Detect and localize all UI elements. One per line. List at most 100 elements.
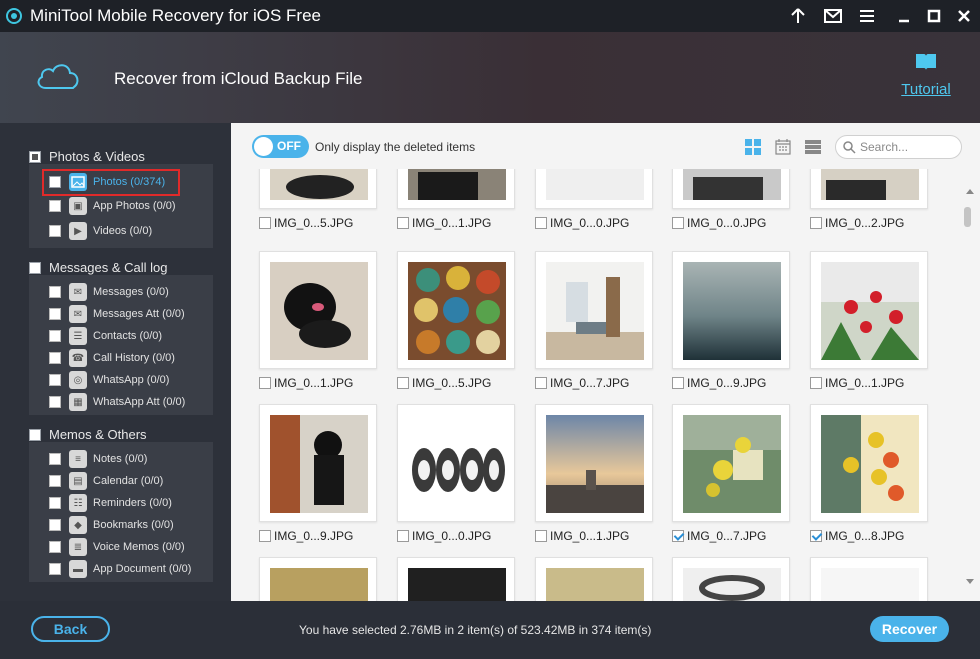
sidebar-item-app-photos[interactable]: ▣ App Photos (0/0)	[49, 196, 176, 216]
photo-thumbnail	[408, 415, 506, 513]
recover-button[interactable]: Recover	[870, 616, 949, 642]
file-checkbox[interactable]	[672, 217, 684, 229]
menu-icon[interactable]	[856, 6, 878, 26]
photo-thumbnail	[821, 415, 919, 513]
search-icon	[843, 141, 856, 159]
item-checkbox[interactable]	[49, 286, 61, 298]
item-checkbox[interactable]	[49, 519, 61, 531]
item-label: App Document (0/0)	[93, 563, 192, 575]
file-checkbox[interactable]	[535, 217, 547, 229]
photo-thumbnail	[546, 568, 644, 601]
calendar-view-icon[interactable]	[775, 139, 791, 155]
item-checkbox[interactable]	[49, 200, 61, 212]
item-checkbox[interactable]	[49, 330, 61, 342]
item-checkbox[interactable]	[49, 497, 61, 509]
sidebar-item-whatsapp[interactable]: ◎ WhatsApp (0/0)	[49, 370, 169, 390]
sidebar-item-app-document[interactable]: ▬ App Document (0/0)	[49, 559, 191, 579]
sidebar-item-notes[interactable]: ≡ Notes (0/0)	[49, 449, 147, 469]
item-label: Bookmarks (0/0)	[93, 519, 174, 531]
item-checkbox[interactable]	[49, 563, 61, 575]
item-checkbox[interactable]	[49, 541, 61, 553]
item-checkbox[interactable]	[49, 352, 61, 364]
file-checkbox[interactable]	[535, 377, 547, 389]
file-checkbox[interactable]	[259, 377, 271, 389]
category-sidebar: Photos & Videos Photos (0/374) ▣ App Pho…	[0, 123, 231, 601]
scroll-thumb[interactable]	[964, 207, 971, 227]
toggle-state: OFF	[277, 139, 301, 153]
item-label: WhatsApp Att (0/0)	[93, 396, 186, 408]
file-checkbox[interactable]	[535, 530, 547, 542]
thumbnail-frame	[535, 169, 653, 209]
item-label: Videos (0/0)	[93, 225, 153, 237]
item-label: Messages (0/0)	[93, 286, 169, 298]
file-checkbox[interactable]	[397, 377, 409, 389]
file-checkbox[interactable]	[397, 217, 409, 229]
video-icon: ▶	[69, 222, 87, 240]
item-checkbox[interactable]	[49, 396, 61, 408]
sidebar-item-messages-att[interactable]: ✉ Messages Att (0/0)	[49, 304, 185, 324]
maximize-icon[interactable]	[923, 6, 945, 26]
category-checkbox[interactable]	[29, 428, 41, 441]
sidebar-item-calendar[interactable]: ▤ Calendar (0/0)	[49, 471, 163, 491]
category-photos-videos[interactable]: Photos & Videos	[29, 149, 145, 164]
file-name-text: IMG_0...8.JPG	[825, 529, 905, 543]
thumbnail-frame	[672, 169, 790, 209]
calendar-icon: ▤	[69, 472, 87, 490]
category-memos-others[interactable]: Memos & Others	[29, 427, 147, 442]
deleted-only-toggle[interactable]: OFF	[252, 135, 309, 158]
tutorial-label[interactable]: Tutorial	[896, 81, 956, 98]
photo-thumbnail	[270, 415, 368, 513]
minimize-icon[interactable]	[893, 6, 915, 26]
category-messages-call-log[interactable]: Messages & Call log	[29, 260, 168, 275]
list-view-icon[interactable]	[805, 139, 821, 155]
photo-thumbnail	[683, 568, 781, 601]
file-checkbox[interactable]	[672, 530, 684, 542]
category-checkbox[interactable]	[29, 150, 41, 163]
item-checkbox[interactable]	[49, 225, 61, 237]
file-name: IMG_0...9.JPG	[259, 528, 389, 544]
tutorial-link[interactable]: Tutorial	[896, 52, 956, 98]
sidebar-item-contacts[interactable]: ☰ Contacts (0/0)	[49, 326, 162, 346]
footer: Back You have selected 2.76MB in 2 item(…	[0, 601, 980, 659]
file-checkbox[interactable]	[810, 377, 822, 389]
back-button[interactable]: Back	[31, 616, 110, 642]
grid-view-icon[interactable]	[745, 139, 761, 155]
item-label: Voice Memos (0/0)	[93, 541, 185, 553]
file-name: IMG_0...7.JPG	[672, 528, 802, 544]
sidebar-item-voice-memos[interactable]: ≣ Voice Memos (0/0)	[49, 537, 185, 557]
item-label: Calendar (0/0)	[93, 475, 164, 487]
file-checkbox[interactable]	[259, 530, 271, 542]
category-checkbox[interactable]	[29, 261, 41, 274]
mail-icon[interactable]	[822, 6, 844, 26]
item-checkbox[interactable]	[49, 308, 61, 320]
file-checkbox[interactable]	[672, 377, 684, 389]
file-checkbox[interactable]	[810, 530, 822, 542]
file-checkbox[interactable]	[397, 530, 409, 542]
file-name: IMG_0...1.JPG	[259, 375, 389, 391]
item-checkbox[interactable]	[49, 374, 61, 386]
file-name: IMG_0...0.JPG	[397, 528, 527, 544]
sidebar-item-messages[interactable]: ✉ Messages (0/0)	[49, 282, 169, 302]
file-checkbox[interactable]	[259, 217, 271, 229]
sidebar-item-whatsapp-att[interactable]: ▦ WhatsApp Att (0/0)	[49, 392, 185, 412]
sidebar-item-videos[interactable]: ▶ Videos (0/0)	[49, 221, 152, 241]
photo-thumbnail	[821, 169, 919, 200]
file-name: IMG_0...8.JPG	[810, 528, 940, 544]
sidebar-item-call-history[interactable]: ☎ Call History (0/0)	[49, 348, 175, 368]
scroll-up-icon[interactable]	[966, 189, 974, 194]
item-checkbox[interactable]	[49, 475, 61, 487]
scroll-down-icon[interactable]	[966, 579, 974, 584]
file-name: IMG_0...0.JPG	[535, 215, 665, 231]
close-icon[interactable]	[953, 6, 975, 26]
sidebar-item-bookmarks[interactable]: ◆ Bookmarks (0/0)	[49, 515, 174, 535]
toggle-knob	[254, 137, 273, 156]
file-checkbox[interactable]	[810, 217, 822, 229]
vertical-scrollbar[interactable]	[961, 169, 980, 601]
sidebar-item-reminders[interactable]: ☷ Reminders (0/0)	[49, 493, 172, 513]
toolbar: OFF Only display the deleted items	[231, 123, 980, 169]
book-icon	[914, 54, 938, 76]
upgrade-arrow-icon[interactable]	[787, 6, 809, 26]
file-name-text: IMG_0...0.JPG	[412, 529, 492, 543]
item-checkbox[interactable]	[49, 453, 61, 465]
voice-memo-icon: ≣	[69, 538, 87, 556]
